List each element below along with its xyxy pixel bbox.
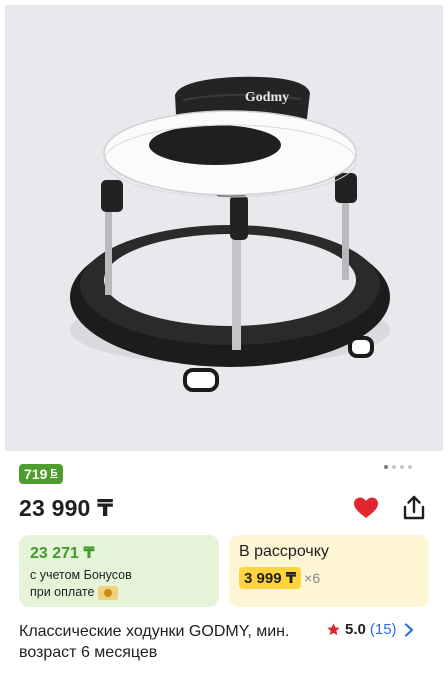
bonus-price-card[interactable]: 23 271 ₸ с учетом Бонусов при оплате (19, 535, 219, 607)
share-icon[interactable] (400, 494, 428, 522)
heart-icon[interactable] (353, 496, 379, 520)
gallery-dot[interactable] (384, 465, 388, 469)
product-image[interactable]: Godmy (5, 5, 443, 451)
product-price: 23 990 ₸ (19, 495, 114, 521)
bonus-badge-symbol: Б (50, 468, 58, 479)
bonus-badge-value: 719 (24, 466, 48, 482)
rating-score: 5.0 (345, 621, 366, 638)
rating-count[interactable]: (15) (370, 621, 397, 638)
kaspi-icon (98, 585, 119, 600)
bonus-price: 23 271 ₸ (30, 545, 95, 562)
product-title: Классические ходунки GODMY, мин. возраст… (19, 623, 290, 661)
installment-monthly: 3 999 ₸ (239, 567, 302, 589)
bonus-badge: 719 Б (19, 464, 63, 484)
gallery-dot[interactable] (392, 465, 396, 469)
chevron-right-icon[interactable] (404, 622, 414, 637)
brand-logo: Godmy (245, 90, 289, 105)
gallery-dots[interactable] (384, 465, 412, 469)
installment-multiplier: ×6 (304, 570, 321, 586)
bonus-note-line1: с учетом Бонусов (30, 568, 132, 582)
gallery-dot[interactable] (400, 465, 404, 469)
rating[interactable]: 5.0 (15) (326, 621, 414, 638)
installment-card[interactable]: В рассрочку 3 999 ₸ ×6 (229, 535, 429, 607)
bonus-note-line2: при оплате (30, 585, 95, 599)
installment-title: В рассрочку (239, 543, 329, 560)
gallery-dot[interactable] (408, 465, 412, 469)
star-icon (327, 623, 340, 636)
